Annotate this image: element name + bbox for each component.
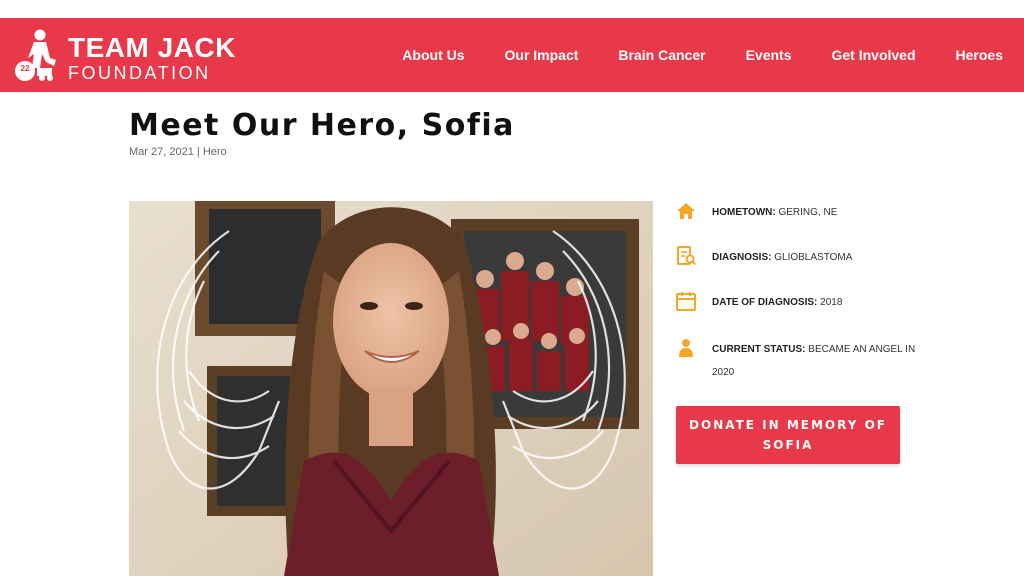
logo-badge: 22 xyxy=(20,64,30,73)
donate-label-line1: DONATE IN MEMORY OF xyxy=(689,418,887,432)
info-current-status: CURRENT STATUS: BECAME AN ANGEL IN 2020 xyxy=(676,338,932,384)
hero-photo-image xyxy=(129,201,653,576)
info-diagnosis: DIAGNOSIS: GLIOBLASTOMA xyxy=(676,246,932,269)
top-strip xyxy=(0,0,1024,18)
nav-brain-cancer[interactable]: Brain Cancer xyxy=(618,47,705,63)
logo-figure-icon xyxy=(15,29,56,81)
page-title: Meet Our Hero, Sofia xyxy=(129,108,515,143)
site-header: 22 TEAM JACK FOUNDATION About Us Our Imp… xyxy=(0,18,1024,92)
info-hometown: HOMETOWN: GERING, NE xyxy=(676,201,932,224)
hometown-label: HOMETOWN: xyxy=(712,207,776,218)
logo-title: TEAM JACK xyxy=(68,32,236,63)
current-status-label: CURRENT STATUS: xyxy=(712,344,806,355)
nav-our-impact[interactable]: Our Impact xyxy=(505,47,579,63)
date-of-diagnosis-label: DATE OF DIAGNOSIS: xyxy=(712,297,818,308)
home-icon xyxy=(676,201,696,221)
meta-separator: | xyxy=(193,146,203,158)
person-icon xyxy=(676,338,696,358)
donate-label-line2: SOFIA xyxy=(762,438,814,452)
post-meta: Mar 27, 2021 | Hero xyxy=(129,146,227,158)
hometown-value: GERING, NE xyxy=(778,207,838,218)
diagnosis-label: DIAGNOSIS: xyxy=(712,252,772,263)
date-of-diagnosis-value: 2018 xyxy=(820,297,843,308)
diagnosis-value: GLIOBLASTOMA xyxy=(774,252,853,263)
donate-button[interactable]: DONATE IN MEMORY OF SOFIA xyxy=(676,406,900,464)
post-date: Mar 27, 2021 xyxy=(129,146,194,158)
nav-get-involved[interactable]: Get Involved xyxy=(832,47,916,63)
logo-subtitle: FOUNDATION xyxy=(68,63,211,83)
main-nav: About Us Our Impact Brain Cancer Events … xyxy=(382,18,1024,92)
calendar-icon xyxy=(676,291,696,311)
info-date-of-diagnosis: DATE OF DIAGNOSIS: 2018 xyxy=(676,291,932,314)
hero-photo xyxy=(129,201,653,576)
nav-about-us[interactable]: About Us xyxy=(402,47,464,63)
nav-events[interactable]: Events xyxy=(746,47,792,63)
logo[interactable]: 22 TEAM JACK FOUNDATION xyxy=(12,28,252,83)
post-category-link[interactable]: Hero xyxy=(203,146,227,158)
diagnosis-icon xyxy=(676,246,696,266)
nav-heroes[interactable]: Heroes xyxy=(956,47,1003,63)
